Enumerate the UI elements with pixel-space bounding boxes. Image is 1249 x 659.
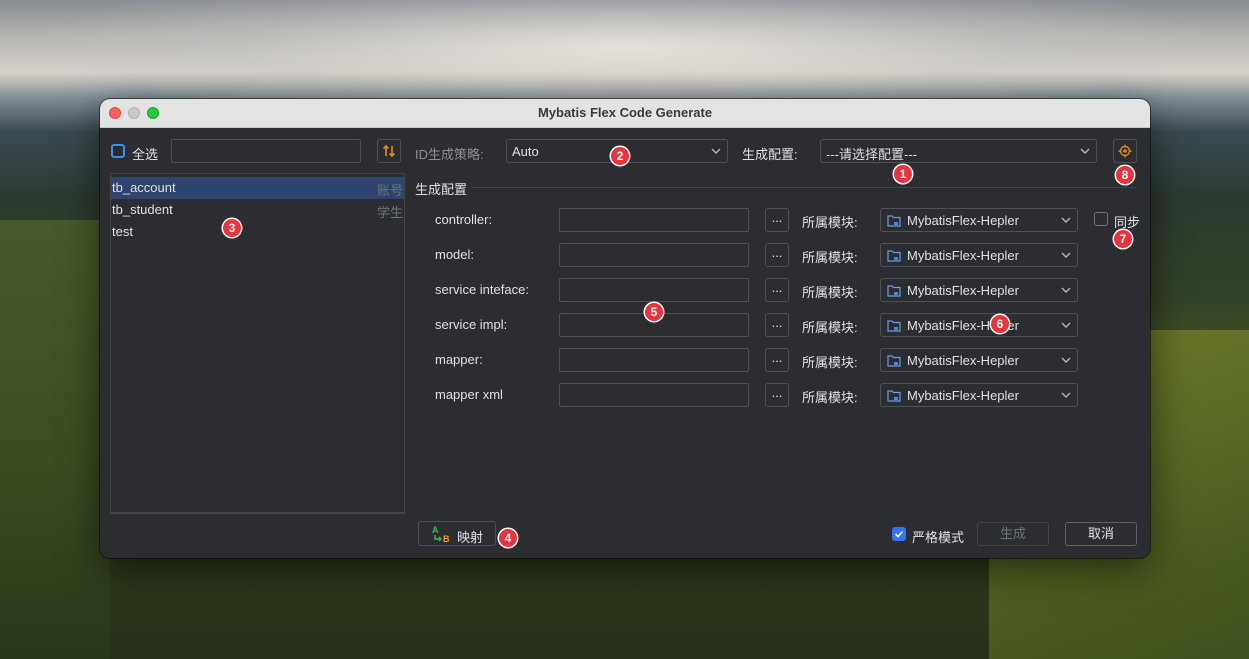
chevron-down-icon — [1061, 357, 1071, 363]
browse-button[interactable]: ... — [765, 313, 789, 337]
path-input[interactable] — [559, 243, 749, 267]
callout-badge: 3 — [223, 219, 241, 237]
form-label: mapper: — [435, 352, 483, 367]
form-label: service inteface: — [435, 282, 529, 297]
module-label: 所属模块: — [802, 250, 858, 265]
path-input[interactable] — [559, 278, 749, 302]
module-label: 所属模块: — [802, 390, 858, 405]
callout-badge: 1 — [894, 165, 912, 183]
callout-badge: 2 — [611, 147, 629, 165]
module-label: 所属模块: — [802, 285, 858, 300]
module-select[interactable]: MybatisFlex-Hepler — [880, 243, 1078, 267]
sort-button[interactable] — [377, 139, 401, 163]
mapping-icon: A B — [432, 525, 450, 544]
chevron-down-icon — [1061, 217, 1071, 223]
module-select[interactable]: MybatisFlex-Hepler — [880, 313, 1078, 337]
path-input[interactable] — [559, 348, 749, 372]
module-value: MybatisFlex-Hepler — [907, 248, 1019, 263]
browse-button[interactable]: ... — [765, 383, 789, 407]
select-all-label[interactable]: 全选 — [132, 144, 158, 163]
settings-button[interactable] — [1113, 139, 1137, 163]
chevron-down-icon — [1061, 322, 1071, 328]
strict-mode-checkbox[interactable] — [892, 527, 906, 541]
module-value: MybatisFlex-Hepler — [907, 353, 1019, 368]
module-value: MybatisFlex-Hepler — [907, 388, 1019, 403]
form-row: model: ... 所属模块: MybatisFlex-Hepler — [100, 243, 1150, 267]
section-divider — [472, 187, 1137, 188]
map-button[interactable]: A B 映射 — [418, 521, 496, 546]
path-input[interactable] — [559, 208, 749, 232]
table-search-input[interactable] — [171, 139, 361, 163]
map-button-label: 映射 — [457, 530, 484, 545]
svg-text:B: B — [443, 534, 450, 544]
browse-button[interactable]: ... — [765, 208, 789, 232]
module-value: MybatisFlex-Hepler — [907, 213, 1019, 228]
callout-badge: 5 — [645, 303, 663, 321]
module-folder-icon — [887, 390, 901, 402]
browse-button[interactable]: ... — [765, 348, 789, 372]
path-input[interactable] — [559, 383, 749, 407]
form-row: mapper xml ... 所属模块: MybatisFlex-Hepler — [100, 383, 1150, 407]
form-label: mapper xml — [435, 387, 503, 402]
module-label: 所属模块: — [802, 215, 858, 230]
module-folder-icon — [887, 285, 901, 297]
id-strategy-label: ID生成策略: — [415, 147, 484, 162]
module-folder-icon — [887, 250, 901, 262]
chevron-down-icon — [1061, 252, 1071, 258]
module-folder-icon — [887, 355, 901, 367]
sync-checkbox[interactable] — [1094, 212, 1108, 226]
table-comment: 账号 — [376, 183, 403, 198]
svg-text:A: A — [432, 525, 439, 535]
id-strategy-value: Auto — [512, 144, 539, 159]
callout-badge: 4 — [499, 529, 517, 547]
browse-button[interactable]: ... — [765, 278, 789, 302]
module-folder-icon — [887, 215, 901, 227]
gen-config-select[interactable]: ---请选择配置--- — [820, 139, 1097, 163]
section-title: 生成配置 — [415, 182, 468, 197]
gear-icon — [1118, 144, 1132, 158]
table-row[interactable]: tb_account 账号 — [111, 177, 404, 199]
module-value: MybatisFlex-Hepler — [907, 283, 1019, 298]
form-row: service inteface: ... 所属模块: MybatisFlex-… — [100, 278, 1150, 302]
module-select[interactable]: MybatisFlex-Hepler — [880, 383, 1078, 407]
browse-button[interactable]: ... — [765, 243, 789, 267]
generate-button[interactable]: 生成 — [977, 522, 1049, 546]
gen-config-label: 生成配置: — [742, 147, 798, 162]
gen-config-value: ---请选择配置--- — [826, 147, 917, 162]
window-title: Mybatis Flex Code Generate — [537, 105, 713, 120]
form-row: mapper: ... 所属模块: MybatisFlex-Hepler — [100, 348, 1150, 372]
form-label: service impl: — [435, 317, 508, 332]
module-select[interactable]: MybatisFlex-Hepler — [880, 208, 1078, 232]
sync-label[interactable]: 同步 — [1114, 212, 1140, 231]
strict-mode-label[interactable]: 严格模式 — [912, 527, 964, 546]
chevron-down-icon — [1080, 148, 1090, 154]
background-hill-left — [0, 220, 110, 659]
callout-badge: 7 — [1114, 230, 1132, 248]
chevron-down-icon — [711, 148, 721, 154]
module-folder-icon — [887, 320, 901, 332]
checkmark-icon — [894, 530, 904, 538]
module-select[interactable]: MybatisFlex-Hepler — [880, 348, 1078, 372]
module-select[interactable]: MybatisFlex-Hepler — [880, 278, 1078, 302]
module-label: 所属模块: — [802, 355, 858, 370]
callout-badge: 6 — [991, 315, 1009, 333]
callout-badge: 8 — [1116, 166, 1134, 184]
chevron-down-icon — [1061, 392, 1071, 398]
form-label: model: — [435, 247, 475, 262]
chevron-down-icon — [1061, 287, 1071, 293]
form-row: controller: ... 所属模块: MybatisFlex-Hepler — [100, 208, 1150, 232]
sort-icon — [382, 144, 396, 158]
select-all-checkbox[interactable] — [111, 144, 125, 158]
form-label: controller: — [435, 212, 493, 227]
module-label: 所属模块: — [802, 320, 858, 335]
title-bar[interactable]: Mybatis Flex Code Generate — [100, 99, 1150, 128]
list-divider — [110, 513, 405, 514]
table-name: tb_account — [112, 180, 176, 195]
cancel-button[interactable]: 取消 — [1065, 522, 1137, 546]
